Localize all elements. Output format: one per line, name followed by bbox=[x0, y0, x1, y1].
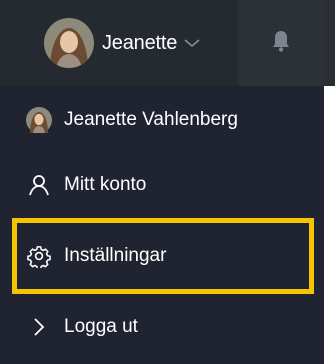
user-menu-screen: Jeanette Jeanette Vahlenberg Mitt konto … bbox=[0, 0, 335, 364]
avatar bbox=[44, 18, 94, 68]
menu-item-settings[interactable]: Inställningar bbox=[0, 228, 324, 284]
bell-icon bbox=[270, 29, 292, 58]
menu-item-my-account[interactable]: Mitt konto bbox=[0, 157, 324, 213]
menu-item-label: Mitt konto bbox=[64, 174, 147, 195]
menu-item-label: Inställningar bbox=[64, 245, 167, 266]
header-user-name: Jeanette bbox=[102, 31, 178, 54]
chevron-right-icon bbox=[26, 314, 52, 340]
avatar bbox=[26, 107, 52, 133]
chevron-down-icon bbox=[183, 37, 201, 49]
user-dropdown-menu: Jeanette Vahlenberg Mitt konto Inställni… bbox=[0, 86, 324, 364]
notifications-button[interactable] bbox=[238, 0, 324, 86]
user-menu-trigger[interactable]: Jeanette bbox=[0, 0, 238, 86]
top-bar: Jeanette bbox=[0, 0, 335, 86]
gear-icon bbox=[26, 243, 52, 269]
menu-item-profile[interactable]: Jeanette Vahlenberg bbox=[0, 92, 324, 148]
menu-item-logout[interactable]: Logga ut bbox=[0, 299, 324, 355]
menu-item-label: Jeanette Vahlenberg bbox=[64, 109, 238, 130]
user-icon bbox=[26, 172, 52, 198]
menu-item-label: Logga ut bbox=[64, 316, 138, 337]
